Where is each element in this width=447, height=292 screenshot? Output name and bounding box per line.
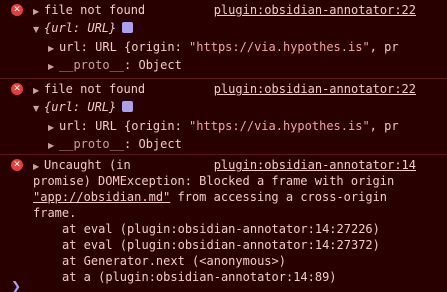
triangle-collapse-icon[interactable]: ▶ [48,138,54,154]
proto-label: __proto__ [59,58,125,72]
error-message: file not found [44,3,146,17]
source-link[interactable]: plugin:obsidian-annotator:22 [214,2,416,18]
triangle-collapse-icon[interactable]: ▶ [48,120,54,136]
stack-frame-3[interactable]: at Generator.next (<anonymous>) [62,253,286,269]
proto-property[interactable]: __proto__: Object [59,57,182,73]
object-label: {url: URL} [44,100,117,114]
uncaught-line-2: promise) DOMException: Blocked a frame w… [33,174,395,188]
error-icon: ✕ [11,4,23,16]
error-message: file not found [44,82,146,96]
url-origin-value: "https://via.hypothes.is" [189,119,370,133]
console-entry-2: ✕ ▶ file not found plugin:obsidian-annot… [0,78,447,155]
chevron-right-icon[interactable]: ❯ [11,278,21,292]
triangle-expand-icon[interactable]: ▶ [28,27,44,33]
info-icon [122,101,134,112]
triangle-expand-icon[interactable]: ▶ [28,106,44,112]
url-origin-value: "https://via.hypothes.is" [189,40,370,54]
proto-value: : Object [124,137,182,151]
stack-frame-1[interactable]: at eval (plugin:obsidian-annotator:14:27… [62,221,380,237]
triangle-collapse-icon[interactable]: ▶ [33,4,39,20]
triangle-collapse-icon[interactable]: ▶ [48,59,54,75]
object-label: {url: URL} [44,21,117,35]
stack-frame-4[interactable]: at a (plugin:obsidian-annotator:14:89) [62,269,337,285]
uncaught-line-4: frame. [33,206,77,220]
triangle-collapse-icon[interactable]: ▶ [48,41,54,57]
object-preview[interactable]: {url: URL} [44,20,134,36]
triangle-collapse-icon[interactable]: ▶ [33,83,39,99]
url-property[interactable]: url: URL {origin: "https://via.hypothes.… [59,118,399,134]
proto-property[interactable]: __proto__: Object [59,136,182,152]
uncaught-line-3-rest: from accessing a cross-origin [170,190,388,204]
info-icon [122,22,134,33]
source-link[interactable]: plugin:obsidian-annotator:22 [214,81,416,97]
url-property[interactable]: url: URL {origin: "https://via.hypothes.… [59,39,399,55]
uncaught-line-1: Uncaught (in [44,158,131,172]
proto-value: : Object [124,58,182,72]
error-icon: ✕ [11,159,23,171]
uncaught-line-3: "app://obsidian.md" from accessing a cro… [33,189,387,205]
error-icon: ✕ [11,83,23,95]
console-entry-uncaught: ✕ ▶ Uncaught (in plugin:obsidian-annotat… [0,154,447,284]
url-rest: , pr [369,40,399,54]
stack-frame-2[interactable]: at eval (plugin:obsidian-annotator:14:27… [62,237,380,253]
url-rest: , pr [369,119,399,133]
url-key: url: URL {origin: [59,40,190,54]
proto-label: __proto__ [59,137,125,151]
origin-link[interactable]: "app://obsidian.md" [33,190,170,204]
console-entry-1: ✕ ▶ file not found plugin:obsidian-annot… [0,0,447,78]
object-preview[interactable]: {url: URL} [44,99,134,115]
source-link[interactable]: plugin:obsidian-annotator:14 [214,157,416,173]
url-key: url: URL {origin: [59,119,190,133]
